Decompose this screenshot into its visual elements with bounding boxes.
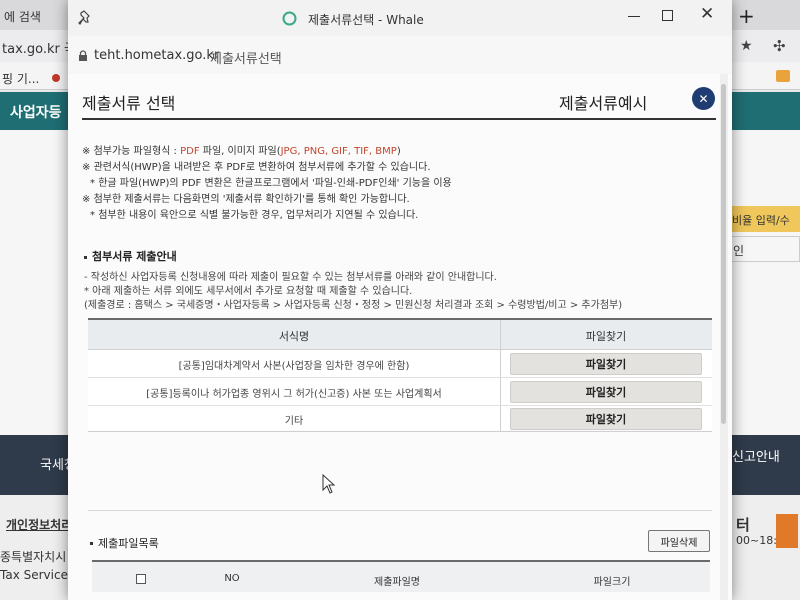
note-text: 관련서식(HWP)을 내려받은 후 PDF로 변환하여 첨부서류에 추가할 수 … xyxy=(93,162,431,173)
title-divider xyxy=(82,118,716,120)
note-text: 첨부한 제출서류는 다음화면의 '제출서류 확인하기'를 통해 확인 가능합니다… xyxy=(93,194,410,205)
note-line-1: ※ 첨부가능 파일형식 : PDF 파일, 이미지 파일(JPG, PNG, G… xyxy=(82,142,401,157)
close-modal-icon[interactable]: ✕ xyxy=(692,87,715,110)
note-line-2: ※ 관련서식(HWP)을 내려받은 후 PDF로 변환하여 첨부서류에 추가할 … xyxy=(82,158,431,173)
footer-right-title: 터 xyxy=(736,516,750,534)
mouse-cursor-icon xyxy=(322,474,336,494)
file-list-bullet xyxy=(90,542,93,545)
footer-logo-icon xyxy=(776,514,798,548)
note-line-5: * 첨부한 내용이 육안으로 식별 불가능한 경우, 업무처리가 지연될 수 있… xyxy=(90,206,418,221)
pin-icon[interactable] xyxy=(78,10,94,26)
note-mark: ※ xyxy=(82,162,91,173)
file-list-header-name: 제출파일명 xyxy=(374,577,420,588)
background-orange-button[interactable]: 비율 입력/수 xyxy=(728,206,800,232)
background-tab-text[interactable]: 에 검색 xyxy=(4,8,41,25)
url-domain: teht.hometax.go.kr xyxy=(94,48,220,63)
section-title: 첨부서류 제출안내 xyxy=(92,250,177,263)
file-list-header-no: NO xyxy=(224,573,240,584)
whale-logo-icon xyxy=(282,11,297,26)
note-line-3: * 한글 파일(HWP)의 PDF 변환은 한글프로그램에서 '파일-인쇄-PD… xyxy=(90,174,452,189)
background-url-text[interactable]: tax.go.kr 국 xyxy=(2,38,76,57)
extensions-icon[interactable]: ✣ xyxy=(773,37,786,55)
table-row: [공통]임대차계약서 사본(사업장을 임차한 경우에 한함) 파일찾기 xyxy=(88,350,712,378)
privacy-link[interactable]: 개인정보처리 xyxy=(6,516,72,533)
modal-title: 제출서류 선택 xyxy=(82,94,176,113)
modal-content: 제출서류 선택 제출서류예시 ✕ ※ 첨부가능 파일형식 : PDF 파일, 이… xyxy=(68,74,732,600)
example-title[interactable]: 제출서류예시 xyxy=(559,90,647,114)
note-text: ) xyxy=(396,146,401,157)
table-cell-name: 기타 xyxy=(284,416,304,427)
scrollbar-thumb[interactable] xyxy=(721,84,726,424)
background-side-item[interactable]: 인 xyxy=(728,236,800,262)
file-list-header: NO 제출파일명 파일크기 xyxy=(92,560,710,592)
file-find-button[interactable]: 파일찾기 xyxy=(510,353,702,375)
section-bullet xyxy=(84,256,87,259)
file-list-divider xyxy=(88,510,712,511)
background-bookmark-item[interactable]: 핑 기... xyxy=(2,70,39,87)
note-text: 한글 파일(HWP)의 PDF 변환은 한글프로그램에서 '파일-인쇄-PDF인… xyxy=(98,178,452,189)
document-table: 서식명 파일찾기 [공통]임대차계약서 사본(사업장을 임차한 경우에 한함) … xyxy=(88,318,712,432)
note-text: 첨부가능 파일형식 : xyxy=(93,146,181,157)
table-header-file: 파일찾기 xyxy=(585,330,627,343)
table-cell-name: [공통]임대차계약서 사본(사업장을 임차한 경우에 한함) xyxy=(178,361,410,372)
file-delete-button[interactable]: 파일삭제 xyxy=(648,530,710,552)
bookmark-star-icon[interactable]: ★ xyxy=(740,38,753,54)
note-mark: ※ xyxy=(82,194,91,205)
file-list-title: 제출파일목록 xyxy=(98,537,159,550)
window-title: 제출서류선택 - Whale xyxy=(308,13,424,27)
table-row: 기타 파일찾기 xyxy=(88,406,712,432)
folder-icon[interactable] xyxy=(776,70,790,82)
record-dot-icon xyxy=(52,74,60,82)
note-mark: * xyxy=(90,210,95,221)
note-mark: ※ xyxy=(82,146,91,157)
background-header-title: 사업자등 xyxy=(10,105,62,121)
new-tab-icon[interactable]: + xyxy=(738,4,755,28)
table-cell-name: [공통]등록이나 허가업종 영위시 그 허가(신고증) 사본 또는 사업계획서 xyxy=(146,389,442,400)
close-window-icon[interactable]: ✕ xyxy=(700,4,714,24)
guide-line-2: * 아래 제출하는 서류 외에도 세무서에서 추가로 요청할 때 제출할 수 있… xyxy=(84,286,413,297)
window-title-bar: 제출서류선택 - Whale ✕ xyxy=(68,0,732,36)
maximize-icon[interactable] xyxy=(662,10,673,21)
guide-line-1: - 작성하신 사업자등록 신청내용에 따라 제출이 필요할 수 있는 첨부서류를… xyxy=(84,272,497,283)
select-all-checkbox[interactable] xyxy=(136,574,146,584)
note-text: 파일, 이미지 파일( xyxy=(199,146,281,157)
minimize-icon[interactable] xyxy=(628,16,640,17)
url-page: 제출서류선택 xyxy=(210,52,282,67)
footer-address: 종특별자치시 xyxy=(0,550,67,564)
background-dark-right[interactable]: 신고안내 xyxy=(732,446,780,465)
note-highlight-images: JPG, PNG, GIF, TIF, BMP xyxy=(280,146,397,157)
file-list-header-size: 파일크기 xyxy=(593,577,631,588)
guide-line-3: (제출경로 : 홈택스 > 국세증명・사업자등록 > 사업자등록 신청・정정 >… xyxy=(84,300,623,311)
file-find-button[interactable]: 파일찾기 xyxy=(510,381,702,403)
file-find-button[interactable]: 파일찾기 xyxy=(510,408,702,430)
address-bar[interactable]: teht.hometax.go.kr 제출서류선택 xyxy=(68,36,732,74)
popup-window: 제출서류선택 - Whale ✕ teht.hometax.go.kr 제출서류… xyxy=(68,0,732,600)
note-line-4: ※ 첨부한 제출서류는 다음화면의 '제출서류 확인하기'를 통해 확인 가능합… xyxy=(82,190,410,205)
lock-icon xyxy=(79,50,87,61)
note-text: 첨부한 내용이 육안으로 식별 불가능한 경우, 업무처리가 지연될 수 있습니… xyxy=(98,210,419,221)
table-header-name: 서식명 xyxy=(278,330,310,343)
note-highlight-pdf: PDF xyxy=(180,146,200,157)
note-mark: * xyxy=(90,178,95,189)
footer-copyright: Tax Service. xyxy=(0,568,72,582)
table-row: [공통]등록이나 허가업종 영위시 그 허가(신고증) 사본 또는 사업계획서 … xyxy=(88,378,712,406)
